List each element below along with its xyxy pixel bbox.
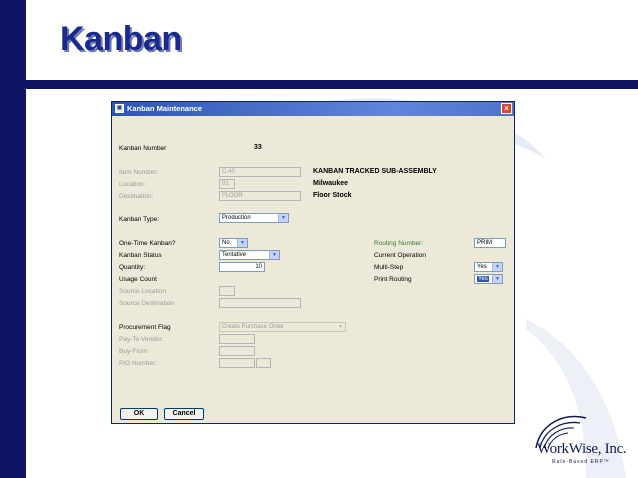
buy-from-label: Buy-From <box>119 348 148 355</box>
cancel-button[interactable]: Cancel <box>164 408 204 420</box>
chevron-down-icon[interactable]: ▼ <box>492 263 502 271</box>
one-time-kanban-label: One-Time Kanban? <box>119 240 176 247</box>
source-location-field[interactable] <box>219 286 235 296</box>
quantity-label: Quantity: <box>119 264 146 271</box>
kanban-number-value: 33 <box>254 144 262 151</box>
buy-from-field[interactable] <box>219 346 255 356</box>
slide-title: Kanban <box>60 20 182 58</box>
kanban-type-value: Production <box>222 215 251 221</box>
close-icon[interactable]: × <box>501 103 512 114</box>
ok-button[interactable]: OK <box>120 408 158 420</box>
routing-number-field[interactable]: PRIM <box>474 238 506 248</box>
item-description: KANBAN TRACKED SUB-ASSEMBLY <box>313 168 437 175</box>
multi-step-label: Multi-Step <box>374 264 404 271</box>
po-number-field[interactable] <box>219 358 255 368</box>
chevron-down-icon[interactable]: ▼ <box>278 214 288 222</box>
source-destination-label: Source Destination <box>119 300 174 307</box>
kanban-number-label: Kanban Number <box>119 145 167 152</box>
kanban-status-value: Tentative <box>222 252 247 258</box>
kanban-type-label: Kanban Type: <box>119 216 159 223</box>
chevron-down-icon[interactable]: ▼ <box>237 239 247 247</box>
quantity-field[interactable]: 10 <box>219 262 265 272</box>
chevron-down-icon[interactable]: ▼ <box>492 275 502 283</box>
current-operation-label: Current Operation <box>374 252 427 259</box>
kanban-status-select[interactable]: Tentative ▼ <box>219 250 280 260</box>
location-label: Location: <box>119 181 146 188</box>
source-destination-field[interactable] <box>219 298 301 308</box>
app-icon: ▣ <box>115 104 124 113</box>
pay-to-vendor-label: Pay-To Vendor: <box>119 336 164 343</box>
source-location-label: Source Location <box>119 288 166 295</box>
location-field[interactable]: 01 <box>219 179 235 189</box>
print-routing-label: Print Routing <box>374 276 412 283</box>
kanban-maintenance-dialog: ▣ Kanban Maintenance × Kanban Number 33 … <box>111 101 515 424</box>
usage-count-label: Usage Count <box>119 276 157 283</box>
workwise-logo-tagline: Rule-Based ERP™ <box>552 459 610 465</box>
one-time-kanban-select[interactable]: No ▼ <box>219 238 248 248</box>
kanban-status-label: Kanban Status <box>119 252 162 259</box>
print-routing-select[interactable]: Yes ▼ <box>474 274 503 284</box>
item-number-label: Item Number: <box>119 169 159 176</box>
chevron-down-icon[interactable]: ▼ <box>269 251 279 259</box>
po-line-field[interactable] <box>256 358 271 368</box>
dialog-titlebar: ▣ Kanban Maintenance × <box>112 102 514 116</box>
pay-to-vendor-field[interactable] <box>219 334 255 344</box>
print-routing-value: Yes <box>477 276 489 282</box>
kanban-type-select[interactable]: Production ▼ <box>219 213 289 223</box>
chevron-down-icon[interactable]: ▼ <box>336 323 345 331</box>
item-number-field[interactable]: C-40 <box>219 167 301 177</box>
dialog-title: Kanban Maintenance <box>127 104 203 113</box>
destination-field[interactable]: FLOOR <box>219 191 301 201</box>
procurement-flag-label: Procurement Flag <box>119 324 171 331</box>
multi-step-select[interactable]: Yes ▼ <box>474 262 503 272</box>
procurement-flag-value: Create Purchase Order <box>222 324 285 330</box>
slide-title-band <box>26 80 638 89</box>
routing-number-label: Routing Number: <box>374 240 424 247</box>
multi-step-value: Yes <box>477 264 487 270</box>
slide-left-bar <box>0 0 26 478</box>
location-description: Milwaukee <box>313 180 349 187</box>
procurement-flag-select[interactable]: Create Purchase Order ▼ <box>219 322 346 332</box>
destination-label: Destination: <box>119 193 154 200</box>
po-number-label: P/O Number: <box>119 360 157 367</box>
destination-description: Floor Stock <box>313 192 352 199</box>
one-time-kanban-value: No <box>222 240 230 246</box>
workwise-logo-text: WorkWise, Inc. <box>537 441 627 457</box>
